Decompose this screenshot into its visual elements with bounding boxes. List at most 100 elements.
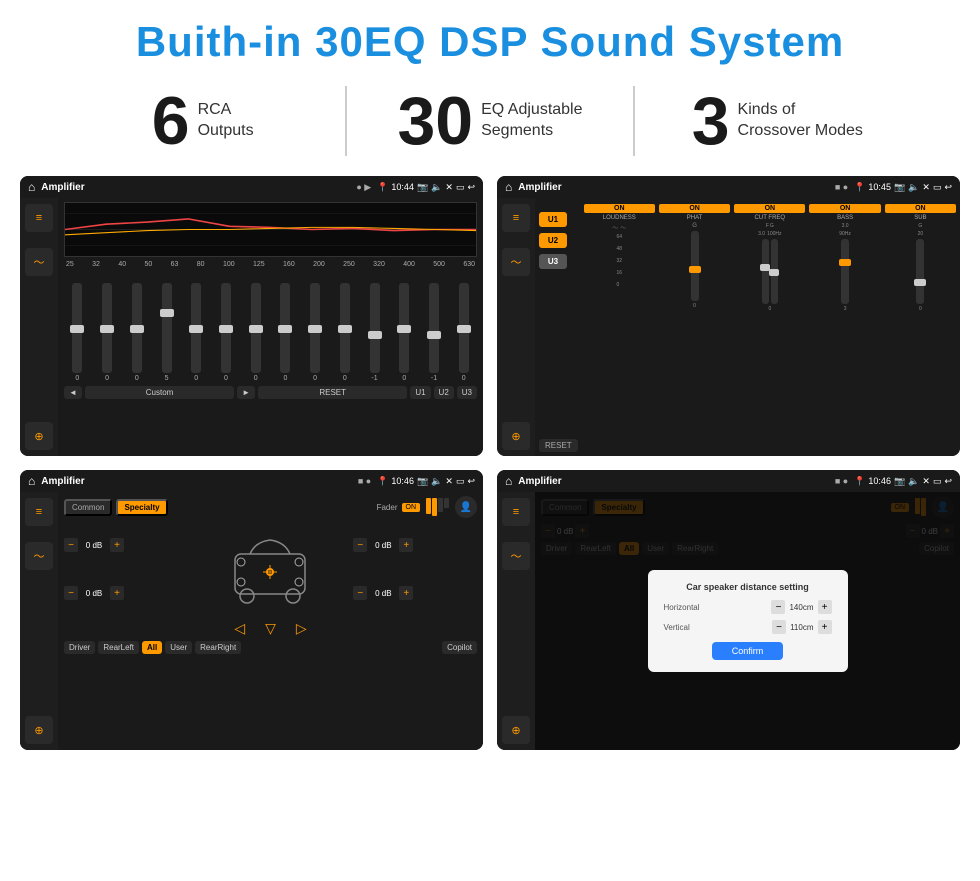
eq-sidebar-wave[interactable]: 〜 bbox=[25, 248, 53, 276]
left-arrow-btn[interactable]: ◁ bbox=[234, 620, 245, 637]
slider-val-12: -1 bbox=[431, 375, 437, 382]
fr-minus-btn[interactable]: − bbox=[353, 538, 367, 552]
person-icon[interactable]: 👤 bbox=[455, 496, 477, 518]
stat-number-crossover: 3 bbox=[692, 87, 730, 155]
bass-slider[interactable] bbox=[841, 239, 849, 304]
fader-sidebar-wave[interactable]: 〜 bbox=[25, 542, 53, 570]
eq-sidebar: ≡ 〜 ⊕ bbox=[20, 198, 58, 456]
phat-slider[interactable] bbox=[691, 231, 699, 301]
distance-home-icon[interactable]: ⌂ bbox=[505, 474, 512, 488]
slider-track-5[interactable] bbox=[221, 283, 231, 373]
specialty-mode-btn[interactable]: Specialty bbox=[116, 499, 167, 516]
home-icon[interactable]: ⌂ bbox=[28, 180, 35, 194]
cross-sidebar-eq[interactable]: ≡ bbox=[502, 204, 530, 232]
cross-sidebar-vol[interactable]: ⊕ bbox=[502, 422, 530, 450]
slider-track-1[interactable] bbox=[102, 283, 112, 373]
eq-reset-btn[interactable]: RESET bbox=[258, 386, 407, 399]
crossover-home-icon[interactable]: ⌂ bbox=[505, 180, 512, 194]
down-arrow-btn[interactable]: ▽ bbox=[265, 620, 276, 637]
fl-plus-btn[interactable]: + bbox=[110, 538, 124, 552]
cross-u3-btn[interactable]: U3 bbox=[539, 254, 567, 269]
dist-sidebar-vol[interactable]: ⊕ bbox=[502, 716, 530, 744]
slider-track-0[interactable] bbox=[72, 283, 82, 373]
fl-minus-btn[interactable]: − bbox=[64, 538, 78, 552]
fader-home-icon[interactable]: ⌂ bbox=[28, 474, 35, 488]
copilot-btn[interactable]: Copilot bbox=[442, 641, 477, 654]
freq-630: 630 bbox=[463, 261, 475, 268]
slider-track-12[interactable] bbox=[429, 283, 439, 373]
eq-custom-btn[interactable]: Custom bbox=[85, 386, 234, 399]
confirm-button[interactable]: Confirm bbox=[712, 642, 784, 660]
vertical-minus-btn[interactable]: − bbox=[772, 620, 786, 634]
page-title: Buith-in 30EQ DSP Sound System bbox=[0, 0, 980, 76]
common-mode-btn[interactable]: Common bbox=[64, 499, 112, 516]
slider-track-3[interactable] bbox=[162, 283, 172, 373]
crossover-time: 10:45 bbox=[868, 182, 891, 192]
fader-on-badge[interactable]: ON bbox=[402, 503, 421, 512]
eq-sidebar-eq[interactable]: ≡ bbox=[25, 204, 53, 232]
horizontal-minus-btn[interactable]: − bbox=[771, 600, 785, 614]
freq-50: 50 bbox=[144, 261, 152, 268]
slider-track-8[interactable] bbox=[310, 283, 320, 373]
rear-left-btn[interactable]: RearLeft bbox=[98, 641, 139, 654]
volume-icon: 🔈 bbox=[431, 182, 442, 193]
right-arrow-btn[interactable]: ▷ bbox=[296, 620, 307, 637]
cross-u2-btn[interactable]: U2 bbox=[539, 233, 567, 248]
dist-sidebar-eq[interactable]: ≡ bbox=[502, 498, 530, 526]
eq-u2-btn[interactable]: U2 bbox=[434, 386, 454, 399]
slider-track-13[interactable] bbox=[459, 283, 469, 373]
cross-volume-icon: 🔈 bbox=[908, 182, 919, 193]
dist-sidebar-wave[interactable]: 〜 bbox=[502, 542, 530, 570]
ch-cutfreq-on[interactable]: ON bbox=[734, 204, 805, 213]
slider-track-6[interactable] bbox=[251, 283, 261, 373]
ch-loudness-name: LOUDNESS bbox=[603, 215, 636, 221]
slider-track-9[interactable] bbox=[340, 283, 350, 373]
ch-phat-on[interactable]: ON bbox=[659, 204, 730, 213]
eq-prev-btn[interactable]: ◄ bbox=[64, 386, 82, 399]
cross-back-icon: ↩ bbox=[944, 182, 952, 193]
cross-reset-btn[interactable]: RESET bbox=[539, 439, 578, 452]
eq-u3-btn[interactable]: U3 bbox=[457, 386, 477, 399]
eq-sidebar-vol[interactable]: ⊕ bbox=[25, 422, 53, 450]
ch-loudness-on[interactable]: ON bbox=[584, 204, 655, 213]
slider-val-1: 0 bbox=[105, 375, 109, 382]
user-btn[interactable]: User bbox=[165, 641, 192, 654]
fader-sidebar-eq[interactable]: ≡ bbox=[25, 498, 53, 526]
slider-track-11[interactable] bbox=[399, 283, 409, 373]
rr-plus-btn[interactable]: + bbox=[399, 586, 413, 600]
all-btn[interactable]: All bbox=[142, 641, 162, 654]
cross-sidebar-wave[interactable]: 〜 bbox=[502, 248, 530, 276]
rear-right-btn[interactable]: RearRight bbox=[195, 641, 241, 654]
slider-val-10: -1 bbox=[371, 375, 377, 382]
ch-sub-on[interactable]: ON bbox=[885, 204, 956, 213]
eq-slider-3: 5 bbox=[153, 283, 180, 382]
rr-minus-btn[interactable]: − bbox=[353, 586, 367, 600]
rear-right-db: 0 dB bbox=[369, 589, 397, 598]
rl-plus-btn[interactable]: + bbox=[110, 586, 124, 600]
vertical-plus-btn[interactable]: + bbox=[818, 620, 832, 634]
rl-minus-btn[interactable]: − bbox=[64, 586, 78, 600]
slider-track-4[interactable] bbox=[191, 283, 201, 373]
horizontal-plus-btn[interactable]: + bbox=[818, 600, 832, 614]
fr-plus-btn[interactable]: + bbox=[399, 538, 413, 552]
slider-track-7[interactable] bbox=[280, 283, 290, 373]
sub-slider[interactable] bbox=[916, 239, 924, 304]
fader-camera-icon: 📷 bbox=[417, 476, 428, 487]
freq-32: 32 bbox=[92, 261, 100, 268]
slider-val-8: 0 bbox=[313, 375, 317, 382]
fader-sidebar-vol[interactable]: ⊕ bbox=[25, 716, 53, 744]
ch-bass-on[interactable]: ON bbox=[809, 204, 880, 213]
eq-app-title: Amplifier bbox=[41, 182, 350, 193]
horizontal-value: 140cm bbox=[789, 603, 813, 612]
slider-track-10[interactable] bbox=[370, 283, 380, 373]
eq-next-btn[interactable]: ► bbox=[237, 386, 255, 399]
driver-btn[interactable]: Driver bbox=[64, 641, 95, 654]
fader-screen: ⌂ Amplifier ■ ● 📍 10:46 📷 🔈 ✕ ▭ ↩ ≡ 〜 ⊕ bbox=[20, 470, 483, 750]
cross-u1-btn[interactable]: U1 bbox=[539, 212, 567, 227]
cutfreq-g-slider[interactable] bbox=[771, 239, 778, 304]
eq-u1-btn[interactable]: U1 bbox=[410, 386, 430, 399]
slider-track-2[interactable] bbox=[132, 283, 142, 373]
dist-close-icon: ✕ bbox=[922, 476, 930, 487]
crossover-screen: ⌂ Amplifier ■ ● 📍 10:45 📷 🔈 ✕ ▭ ↩ ≡ 〜 ⊕ bbox=[497, 176, 960, 456]
cutfreq-f-slider[interactable] bbox=[762, 239, 769, 304]
